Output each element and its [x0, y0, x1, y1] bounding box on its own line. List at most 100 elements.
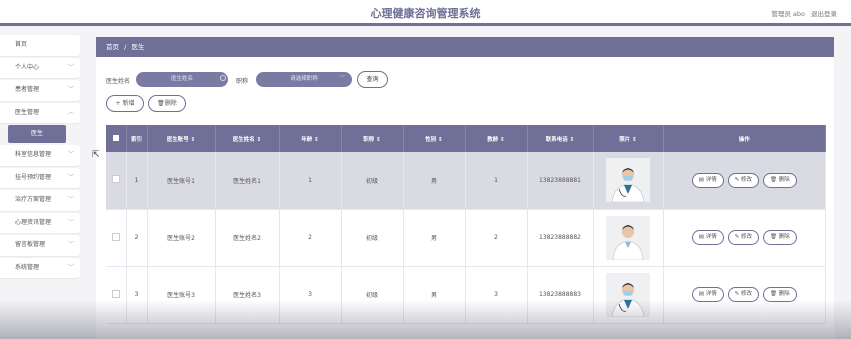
sidebar-item-label: 治疗方案管理	[15, 196, 52, 203]
chevron-down-icon: ﹀	[67, 241, 74, 248]
cell-title: 初级	[341, 209, 404, 267]
cell-index: 2	[126, 209, 148, 267]
edit-button[interactable]: ✎ 修改	[727, 230, 760, 245]
col-header-age[interactable]: 年龄 ⇕	[279, 125, 342, 152]
cell-photo	[593, 152, 664, 210]
cell-actions: ▤ 详情 ✎ 修改 🗑 删除	[663, 152, 826, 210]
chevron-down-icon: ﹀	[67, 173, 74, 181]
detail-button[interactable]: ▤ 详情	[691, 172, 724, 188]
row-checkbox[interactable]	[106, 266, 127, 324]
delete-button[interactable]: 🗑 删除	[762, 287, 797, 302]
cell-index: 1	[126, 152, 148, 210]
col-header-title[interactable]: 职称 ⇕	[341, 125, 404, 152]
trash-icon: 🗑	[769, 234, 779, 240]
search-form: 医生姓名 医生姓名 职称 请选择职称 ﹀ 查询	[96, 70, 834, 90]
col-header-teaching-years[interactable]: 教龄 ⇕	[465, 125, 528, 152]
select-all-checkbox[interactable]	[106, 125, 127, 152]
doctor-name-label: 医生姓名	[106, 78, 131, 85]
row-checkbox[interactable]	[106, 209, 127, 267]
query-button[interactable]: 查询	[357, 71, 388, 88]
sidebar-item-label: 首页	[15, 41, 28, 48]
col-header-photo[interactable]: 照片 ⇕	[593, 125, 664, 152]
batch-delete-button[interactable]: 🗑删除	[148, 95, 186, 112]
mouse-cursor-icon: ⇱	[92, 150, 100, 160]
title-select[interactable]: 请选择职称 ﹀	[256, 72, 352, 87]
add-button[interactable]: + 新增	[106, 95, 144, 112]
delete-button[interactable]: 🗑 删除	[762, 230, 797, 245]
breadcrumb-home[interactable]: 首页	[106, 43, 119, 51]
chevron-down-icon: ﹀	[67, 263, 74, 271]
col-header-account[interactable]: 医生账号 ⇕	[147, 125, 216, 152]
cell-photo	[593, 209, 664, 267]
cell-photo	[593, 266, 664, 324]
chevron-up-icon: ︿	[67, 108, 74, 116]
search-icon	[220, 75, 226, 81]
top-bar: 心理健康咨询管理系统 管理员 abo 退出登录	[0, 0, 851, 26]
detail-button[interactable]: ▤ 详情	[691, 287, 724, 302]
sidebar-item-doctor-management[interactable]: 医生管理 ︿	[0, 102, 80, 123]
detail-label: 详情	[705, 291, 717, 297]
sidebar-item-appointment-management[interactable]: 挂号预约管理 ﹀	[0, 167, 80, 188]
cell-age: 3	[279, 266, 342, 324]
table-row: 2 医生账号2 医生姓名2 2 初级 男 2 13823888882 ▤ 详情 …	[106, 209, 826, 267]
cell-age: 1	[279, 152, 342, 210]
cell-title: 初级	[341, 152, 404, 210]
chevron-down-icon: ﹀	[67, 86, 74, 93]
sidebar-item-personal-center[interactable]: 个人中心 ﹀	[0, 57, 80, 78]
sidebar-item-patient-management[interactable]: 患者管理 ﹀	[0, 80, 80, 101]
sidebar-item-label: 心理资讯管理	[15, 218, 52, 226]
sidebar-item-home[interactable]: 首页	[0, 35, 80, 56]
cell-name: 医生姓名2	[215, 209, 280, 267]
trash-icon: 🗑	[769, 291, 779, 297]
chevron-down-icon: ﹀	[339, 76, 345, 82]
doc-icon: ▤	[698, 234, 706, 240]
doctor-photo	[606, 272, 650, 317]
edit-label: 修改	[741, 176, 753, 183]
sidebar-item-treatment-management[interactable]: 治疗方案管理 ﹀	[0, 190, 80, 211]
sidebar-item-system-management[interactable]: 系统管理 ﹀	[0, 257, 80, 278]
chevron-down-icon: ﹀	[67, 196, 74, 203]
edit-label: 修改	[741, 291, 753, 297]
table-row: 1 医生账号1 医生姓名1 1 初级 男 1 13823888881 ▤ 详情 …	[106, 152, 826, 210]
cell-teaching-years: 2	[465, 209, 528, 267]
doctor-photo	[606, 215, 650, 260]
logout-link[interactable]: 退出登录	[811, 8, 837, 18]
detail-button[interactable]: ▤ 详情	[691, 230, 724, 245]
cell-actions: ▤ 详情 ✎ 修改 🗑 删除	[663, 209, 826, 267]
detail-label: 详情	[705, 176, 717, 183]
sidebar-item-label: 系统管理	[15, 263, 40, 271]
doctor-name-input[interactable]: 医生姓名	[136, 72, 228, 87]
sidebar-subitem-doctor[interactable]: 医生	[8, 125, 66, 143]
app-title: 心理健康咨询管理系统	[370, 7, 481, 20]
breadcrumb-current: 医生	[131, 43, 145, 51]
sidebar-item-department-management[interactable]: 科室信息管理 ﹀	[0, 145, 80, 166]
breadcrumb-separator: /	[124, 43, 127, 51]
sidebar-item-news-management[interactable]: 心理资讯管理 ﹀	[0, 212, 80, 233]
cell-actions: ▤ 详情 ✎ 修改 🗑 删除	[663, 266, 826, 324]
edit-button[interactable]: ✎ 修改	[727, 172, 760, 188]
doc-icon: ▤	[698, 176, 706, 183]
edit-button[interactable]: ✎ 修改	[727, 287, 760, 302]
sidebar-item-label: 科室信息管理	[15, 151, 52, 158]
trash-icon: 🗑	[157, 100, 165, 107]
current-user: 管理员 abo	[771, 10, 805, 18]
chevron-down-icon: ﹀	[67, 218, 74, 226]
col-header-name[interactable]: 医生姓名 ⇕	[215, 125, 280, 152]
delete-button[interactable]: 🗑 删除	[762, 172, 797, 188]
sidebar-item-label: 个人中心	[15, 63, 40, 71]
doctor-table: 索引 医生账号 ⇕ 医生姓名 ⇕ 年龄 ⇕ 职称 ⇕ 性别 ⇕ 教龄 ⇕ 联系电…	[106, 125, 826, 324]
sidebar-item-message-board[interactable]: 留言板管理 ﹀	[0, 235, 80, 256]
cell-account: 医生账号1	[147, 152, 216, 210]
trash-icon: 🗑	[769, 176, 779, 183]
title-select-placeholder: 请选择职称	[290, 76, 318, 82]
row-checkbox[interactable]	[106, 152, 127, 210]
cell-account: 医生账号2	[147, 209, 216, 267]
cell-teaching-years: 1	[465, 152, 528, 210]
col-header-gender[interactable]: 性别 ⇕	[403, 125, 466, 152]
delete-label: 删除	[778, 291, 790, 297]
col-header-phone[interactable]: 联系电话 ⇕	[527, 125, 594, 152]
table-row: 3 医生账号3 医生姓名3 3 初级 男 3 13823888883 ▤ 详情 …	[106, 266, 826, 324]
cell-phone: 13823888881	[527, 152, 594, 210]
cell-phone: 13823888883	[527, 266, 594, 324]
cell-gender: 男	[403, 152, 466, 210]
